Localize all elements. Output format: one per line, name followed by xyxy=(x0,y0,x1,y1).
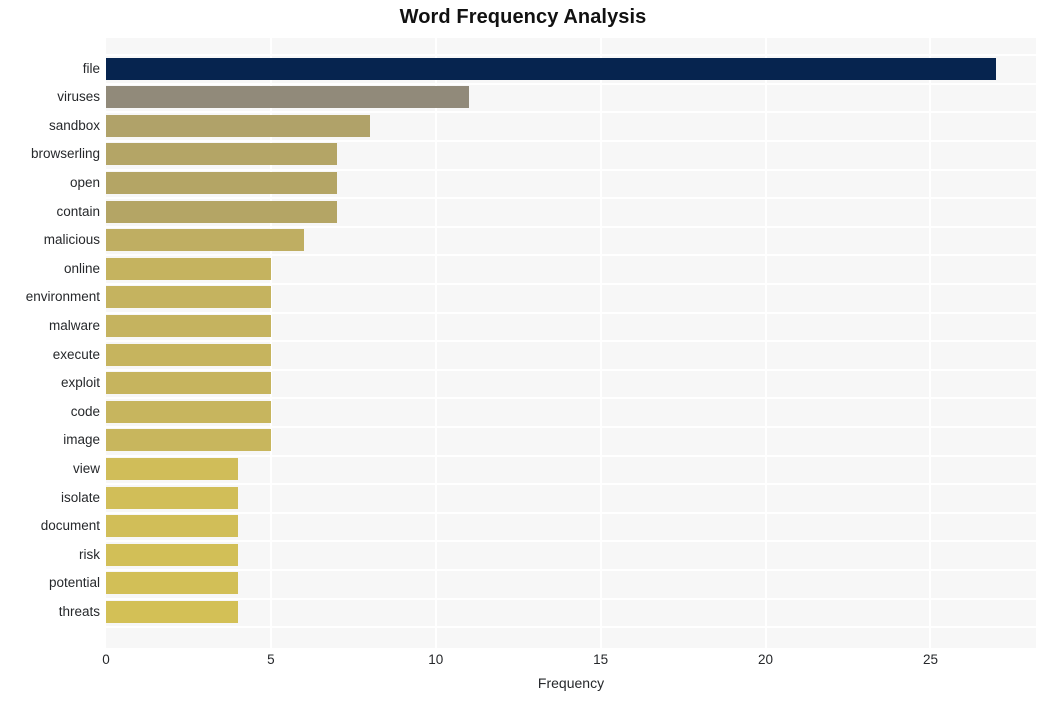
y-axis-labels: file viruses sandbox browserling open contain… xyxy=(0,38,100,648)
bar-row xyxy=(106,401,1036,423)
y-axis-tick-label: viruses xyxy=(57,89,100,104)
x-axis-tick-label: 0 xyxy=(102,652,110,667)
bar-row xyxy=(106,258,1036,280)
bar-row xyxy=(106,58,1036,80)
x-axis-tick-label: 25 xyxy=(922,652,938,667)
bar xyxy=(106,572,238,594)
bar xyxy=(106,201,337,223)
y-axis-tick-label: malware xyxy=(48,318,100,333)
bar xyxy=(106,601,238,623)
y-axis-tick-label: risk xyxy=(79,547,100,562)
bar-row xyxy=(106,143,1036,165)
bar-row xyxy=(106,572,1036,594)
x-axis-title: Frequency xyxy=(537,675,605,691)
bar-row xyxy=(106,201,1036,223)
y-axis-tick-label: browserling xyxy=(30,146,100,161)
bar xyxy=(106,487,238,509)
y-axis-tick-label: exploit xyxy=(60,375,100,390)
bar-row xyxy=(106,315,1036,337)
y-axis-tick-label: view xyxy=(72,461,100,476)
bar xyxy=(106,115,370,137)
y-axis-tick-label: open xyxy=(69,175,100,190)
bar-row xyxy=(106,115,1036,137)
bar-row xyxy=(106,229,1036,251)
bar-row xyxy=(106,487,1036,509)
bar xyxy=(106,143,337,165)
bar xyxy=(106,58,996,80)
bar-row xyxy=(106,86,1036,108)
y-axis-tick-label: potential xyxy=(48,575,100,590)
x-axis-tick-label: 5 xyxy=(267,652,275,667)
bar xyxy=(106,544,238,566)
x-axis-tick-label: 10 xyxy=(428,652,444,667)
bar xyxy=(106,515,238,537)
bar xyxy=(106,229,304,251)
y-axis-tick-label: execute xyxy=(52,347,100,362)
y-axis-tick-label: code xyxy=(70,404,100,419)
y-axis-tick-label: malicious xyxy=(43,232,100,247)
bar-row xyxy=(106,286,1036,308)
bar xyxy=(106,372,271,394)
bar xyxy=(106,172,337,194)
y-axis-tick-label: image xyxy=(63,432,100,447)
bar xyxy=(106,344,271,366)
bar xyxy=(106,286,271,308)
bar-row xyxy=(106,372,1036,394)
bars-layer xyxy=(106,38,1036,648)
y-axis-tick-label: file xyxy=(82,61,100,76)
bar-row xyxy=(106,458,1036,480)
bar-row xyxy=(106,172,1036,194)
bar xyxy=(106,258,271,280)
bar-row xyxy=(106,515,1036,537)
x-axis-tick-label: 20 xyxy=(758,652,774,667)
bar xyxy=(106,429,271,451)
y-axis-tick-label: online xyxy=(63,261,100,276)
word-frequency-chart: Word Frequency Analysis file viruses sandb… xyxy=(0,0,1046,701)
y-axis-tick-label: contain xyxy=(56,204,100,219)
bar xyxy=(106,315,271,337)
plot-area xyxy=(106,38,1036,648)
x-axis-ticks: 0 5 10 15 20 25 xyxy=(102,650,1036,672)
bar xyxy=(106,86,469,108)
y-axis-tick-label: environment xyxy=(25,289,100,304)
bar-row xyxy=(106,544,1036,566)
bar-row xyxy=(106,429,1036,451)
x-axis-tick-label: 15 xyxy=(593,652,609,667)
y-axis-tick-label: document xyxy=(40,518,100,533)
bar-row xyxy=(106,344,1036,366)
bar xyxy=(106,458,238,480)
y-axis-tick-label: sandbox xyxy=(48,118,100,133)
chart-title: Word Frequency Analysis xyxy=(399,6,647,28)
bar xyxy=(106,401,271,423)
bar-row xyxy=(106,601,1036,623)
y-axis-tick-label: threats xyxy=(58,604,100,619)
y-axis-tick-label: isolate xyxy=(60,490,100,505)
